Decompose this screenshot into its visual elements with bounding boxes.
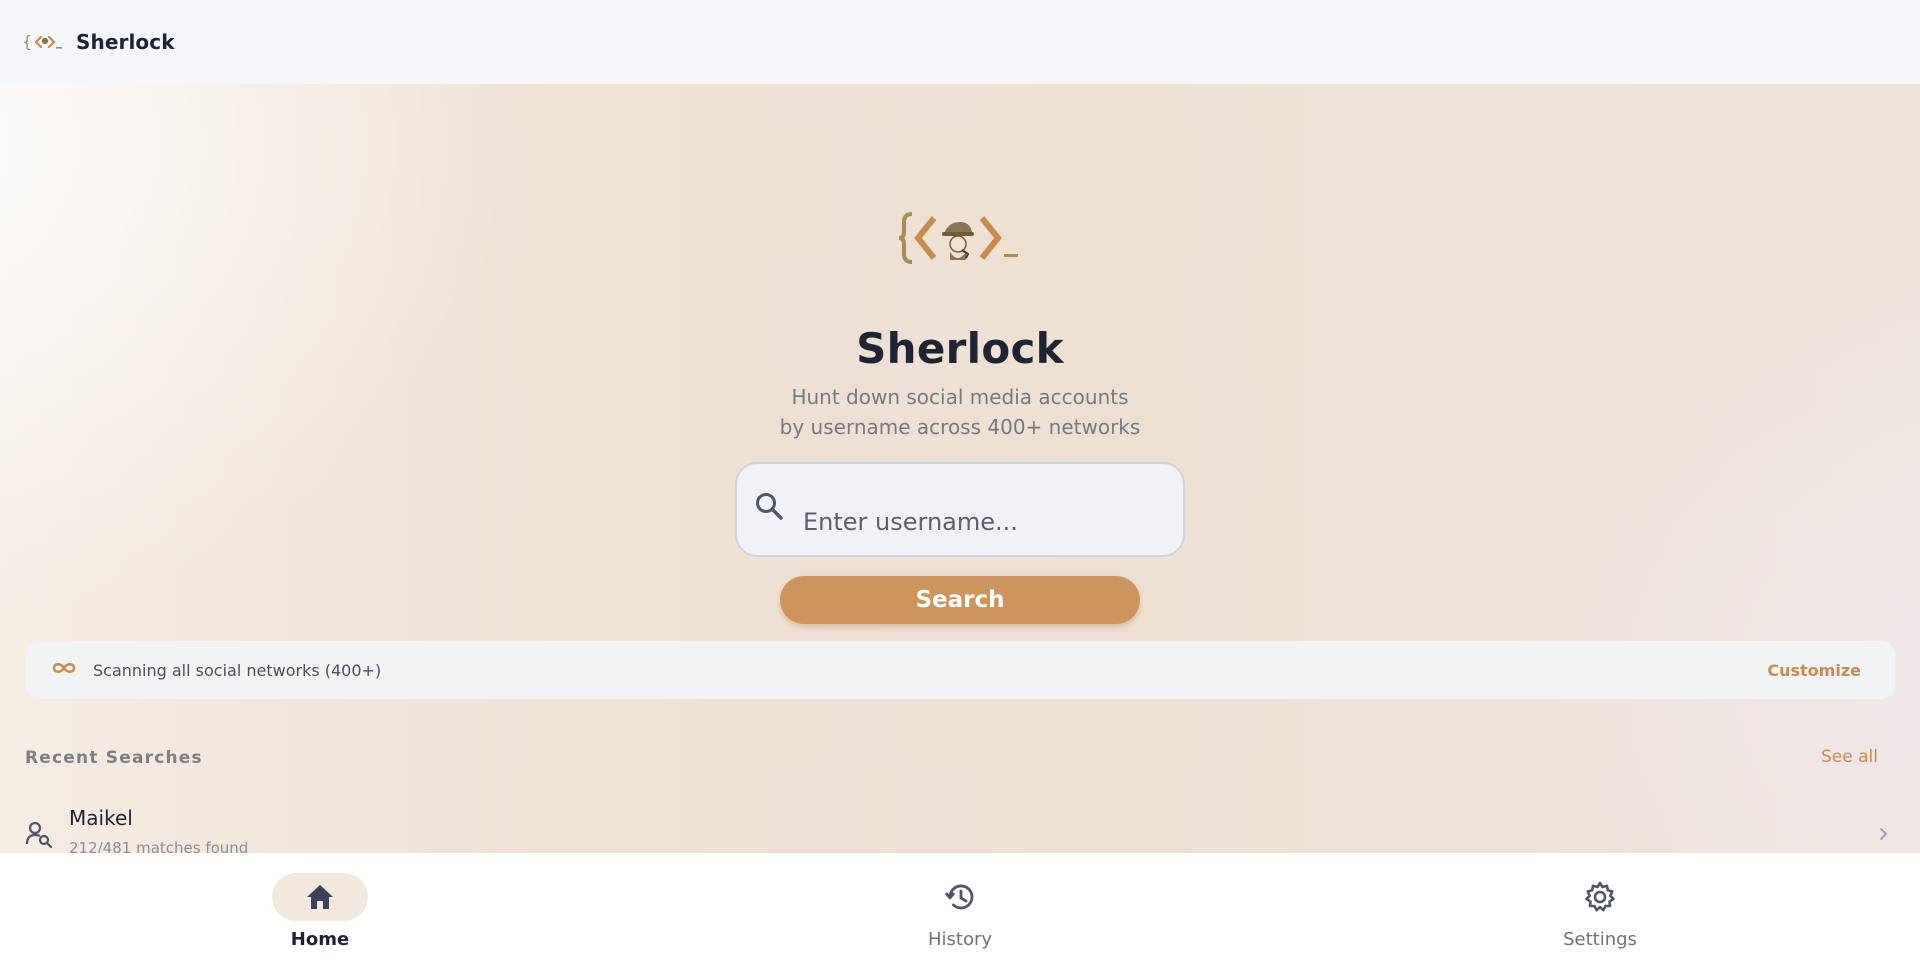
recent-search-username: Maikel [69, 806, 133, 830]
nav-label-history: History [927, 929, 993, 950]
scan-scope-bar: Scanning all social networks (400+) Cust… [25, 641, 1895, 699]
nav-item-home[interactable]: Home [220, 873, 420, 963]
nav-item-history[interactable]: History [860, 873, 1060, 963]
nav-label-home: Home [290, 929, 350, 950]
bottom-navigation: Home History Settings [0, 853, 1920, 974]
username-input[interactable] [803, 501, 1183, 542]
gear-icon [1552, 873, 1648, 921]
app-logo-icon: { [22, 30, 66, 54]
home-icon [272, 873, 368, 921]
user-search-icon [25, 820, 53, 849]
app-title: Sherlock [76, 30, 175, 54]
search-button[interactable]: Search [780, 576, 1140, 624]
moon-icon [1877, 30, 1889, 54]
app-bar: { Sherlock [0, 0, 1920, 84]
svg-text:{: { [22, 32, 32, 51]
hero-subtitle: Hunt down social media accounts by usern… [0, 382, 1920, 442]
chevron-right-icon [1876, 826, 1890, 840]
username-search-field[interactable] [735, 462, 1185, 557]
scan-scope-text: Scanning all social networks (400+) [93, 660, 382, 680]
history-icon [912, 873, 1008, 921]
hero-title: Sherlock [856, 324, 1064, 373]
recent-search-matches: 212/481 matches found [69, 839, 249, 853]
see-all-link[interactable]: See all [1821, 747, 1878, 767]
search-icon [751, 488, 787, 524]
hero-subtitle-line-2: by username across 400+ networks [779, 415, 1141, 439]
nav-item-settings[interactable]: Settings [1500, 873, 1700, 963]
theme-toggle-button[interactable] [1868, 25, 1902, 59]
sherlock-logo-icon [898, 208, 1022, 268]
customize-button[interactable]: Customize [1767, 661, 1861, 680]
hero-subtitle-line-1: Hunt down social media accounts [791, 385, 1129, 409]
recent-search-item[interactable]: Maikel 212/481 matches found [0, 796, 1920, 853]
recent-searches-heading: Recent Searches [25, 748, 203, 768]
infinity-icon [49, 659, 79, 681]
home-screen: Sherlock Hunt down social media accounts… [0, 84, 1920, 853]
nav-label-settings: Settings [1563, 929, 1637, 950]
